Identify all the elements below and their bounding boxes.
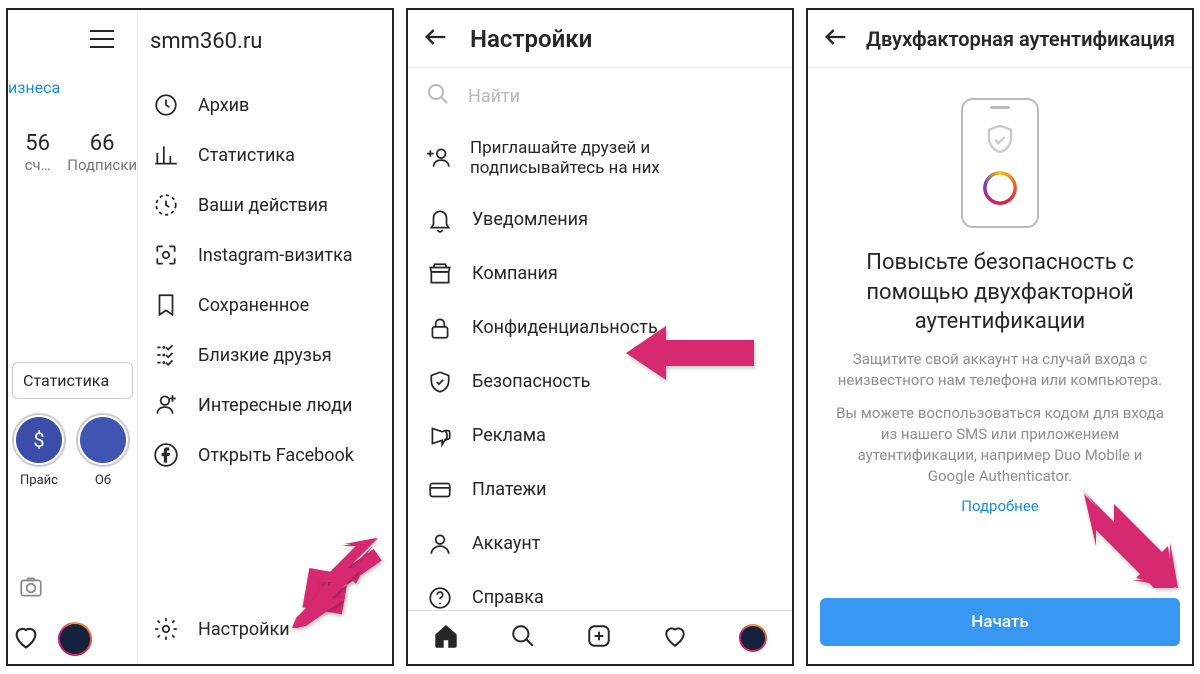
- profile-stats-row: 56 сч… 66 Подписки: [8, 103, 137, 182]
- your-story-avatar[interactable]: [58, 622, 92, 656]
- menu-discover-people[interactable]: Интересные люди: [138, 380, 392, 430]
- activity-icon: [152, 192, 180, 218]
- nav-add-icon[interactable]: [586, 623, 612, 653]
- menu-facebook[interactable]: Открыть Facebook: [138, 430, 392, 480]
- side-drawer: smm360.ru Архив Статистика Ваши действия…: [138, 10, 392, 664]
- story-highlight-price[interactable]: $ Прайс: [10, 413, 68, 488]
- close-friends-icon: [152, 342, 180, 368]
- stats-icon: [152, 142, 180, 168]
- settings-notifications[interactable]: Уведомления: [408, 193, 792, 247]
- stat-subscribers[interactable]: 56 сч…: [8, 131, 67, 174]
- story-highlight-about[interactable]: Об: [74, 413, 132, 488]
- instagram-ring-icon: [983, 171, 1017, 205]
- heart-icon[interactable]: [12, 623, 40, 655]
- invite-icon: [426, 145, 452, 171]
- lock-icon: [426, 315, 454, 341]
- search-row[interactable]: Найти: [408, 68, 792, 124]
- menu-nametag[interactable]: Instagram-визитка: [138, 230, 392, 280]
- settings-screen: Настройки Найти Приглашайте друзей и под…: [406, 8, 794, 666]
- hamburger-icon[interactable]: [88, 28, 116, 54]
- bell-icon: [426, 207, 454, 233]
- settings-business[interactable]: Компания: [408, 247, 792, 301]
- nav-search-icon[interactable]: [510, 623, 536, 653]
- back-icon[interactable]: [422, 23, 450, 55]
- statistics-button[interactable]: Статистика: [12, 362, 133, 399]
- settings-ads[interactable]: Реклама: [408, 409, 792, 463]
- menu-settings[interactable]: Настройки: [138, 604, 392, 654]
- archive-icon: [152, 92, 180, 118]
- settings-account[interactable]: Аккаунт: [408, 517, 792, 571]
- nav-profile-avatar[interactable]: [739, 624, 767, 652]
- start-button[interactable]: Начать: [820, 598, 1180, 646]
- two-factor-screen: Двухфакторная аутентификация Повысьте бе…: [806, 8, 1194, 666]
- menu-activity[interactable]: Ваши действия: [138, 180, 392, 230]
- two-factor-description-2: Вы можете воспользоваться кодом для вход…: [808, 391, 1192, 487]
- page-title: Настройки: [470, 25, 592, 53]
- store-icon: [426, 261, 454, 287]
- back-icon[interactable]: [822, 23, 850, 55]
- facebook-icon: [152, 442, 180, 468]
- two-factor-heading: Повысьте безопасность с помощью двухфакт…: [808, 248, 1192, 337]
- story-label: Прайс: [10, 473, 68, 488]
- settings-invite-friends[interactable]: Приглашайте друзей и подписывайтесь на н…: [408, 124, 792, 193]
- card-icon: [426, 477, 454, 503]
- discover-icon: [152, 392, 180, 418]
- stat-following[interactable]: 66 Подписки: [67, 131, 137, 174]
- profile-drawer-screen: изнеса 56 сч… 66 Подписки Статистика $ П…: [6, 8, 394, 666]
- story-label: Об: [74, 473, 132, 488]
- menu-statistics[interactable]: Статистика: [138, 130, 392, 180]
- profile-backdrop: изнеса 56 сч… 66 Подписки Статистика $ П…: [8, 10, 138, 664]
- help-icon: [426, 585, 454, 611]
- camera-icon[interactable]: [18, 574, 44, 604]
- bookmark-icon: [152, 292, 180, 318]
- page-title: Двухфакторная аутентификация: [866, 27, 1175, 51]
- drawer-username[interactable]: smm360.ru: [138, 10, 392, 72]
- nametag-icon: [152, 242, 180, 268]
- search-placeholder: Найти: [468, 86, 520, 107]
- shield-icon: [426, 369, 454, 395]
- two-factor-description-1: Защитите свой аккаунт на случай входа с …: [808, 337, 1192, 391]
- megaphone-icon: [426, 423, 454, 449]
- settings-security[interactable]: Безопасность: [408, 355, 792, 409]
- menu-saved[interactable]: Сохраненное: [138, 280, 392, 330]
- shield-check-icon: [981, 121, 1019, 163]
- account-icon: [426, 531, 454, 557]
- nav-home-icon[interactable]: [433, 623, 459, 653]
- bottom-nav: [408, 610, 792, 664]
- settings-privacy[interactable]: Конфиденциальность: [408, 301, 792, 355]
- business-tools-link[interactable]: изнеса: [8, 72, 137, 103]
- learn-more-link[interactable]: Подробнее: [808, 487, 1192, 515]
- menu-close-friends[interactable]: Близкие друзья: [138, 330, 392, 380]
- two-factor-illustration: [808, 78, 1192, 248]
- gear-icon: [152, 616, 180, 642]
- search-icon: [426, 82, 450, 111]
- nav-heart-icon[interactable]: [662, 623, 688, 653]
- settings-payments[interactable]: Платежи: [408, 463, 792, 517]
- menu-archive[interactable]: Архив: [138, 80, 392, 130]
